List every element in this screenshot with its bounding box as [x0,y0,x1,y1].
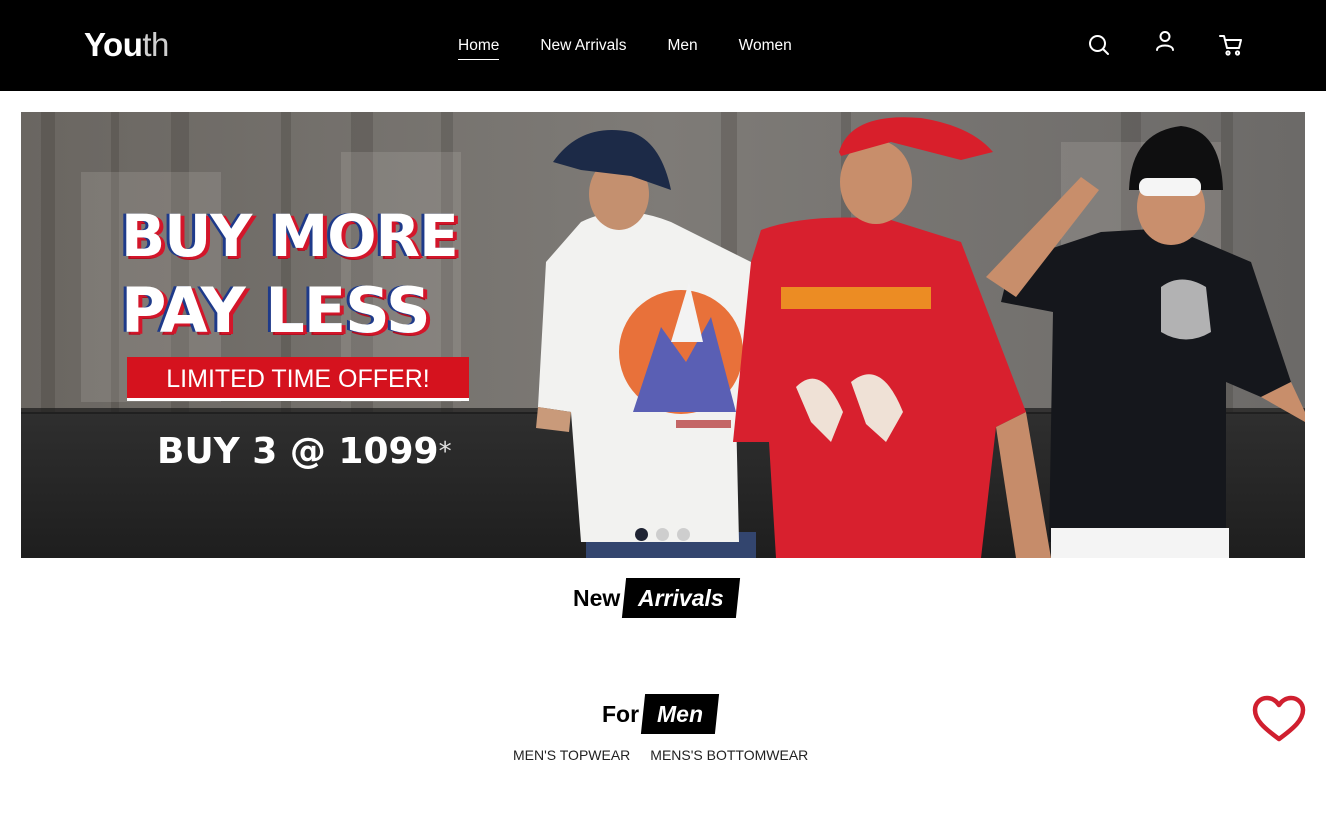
offer-banner: LIMITED TIME OFFER! [127,357,469,401]
nav-new-arrivals[interactable]: New Arrivals [540,36,626,60]
cart-icon[interactable] [1217,31,1245,59]
men-category-tabs: MEN'S TOPWEAR MENS'S BOTTOMWEAR [513,746,808,764]
for-men-boxed: Men [640,694,720,734]
for-men-boxed-text: Men [657,701,704,727]
logo-light-text: th [142,26,169,63]
new-arrivals-boxed: Arrivals [622,578,741,618]
user-icon[interactable] [1151,28,1179,56]
brand-logo[interactable]: Youth [84,26,169,64]
deal-asterisk: * [438,437,452,467]
nav-home[interactable]: Home [458,36,500,60]
header-actions [1085,31,1245,61]
tab-mens-topwear[interactable]: MEN'S TOPWEAR [513,746,630,764]
hero-banner[interactable]: BUY MORE PAY LESS LIMITED TIME OFFER! BU… [21,112,1305,558]
new-arrivals-plain: New [573,585,621,611]
deal-price: BUY 3 @ 1099 [157,431,439,472]
hero-line-1: BUY MORE [121,202,459,270]
tab-mens-bottomwear[interactable]: MENS'S BOTTOMWEAR [650,746,808,764]
wishlist-button[interactable] [1252,695,1306,743]
carousel-dots [635,528,690,541]
for-men-heading: For Men [602,694,720,734]
nav-women[interactable]: Women [739,36,792,60]
carousel-dot-3[interactable] [677,528,690,541]
new-arrivals-boxed-text: Arrivals [638,585,724,611]
nav-men[interactable]: Men [668,36,698,60]
heart-icon [1252,695,1306,742]
hero-line-2: PAY LESS [121,274,431,347]
carousel-dot-1[interactable] [635,528,648,541]
carousel-dot-2[interactable] [656,528,669,541]
site-header: Youth Home New Arrivals Men Women [0,0,1326,91]
deal-text: BUY 3 @ 1099* [157,430,452,474]
logo-bold-text: You [84,26,143,63]
for-men-plain: For [602,701,640,727]
main-nav: Home New Arrivals Men Women [458,36,792,60]
search-icon[interactable] [1085,31,1113,59]
new-arrivals-heading: New Arrivals [573,578,741,618]
